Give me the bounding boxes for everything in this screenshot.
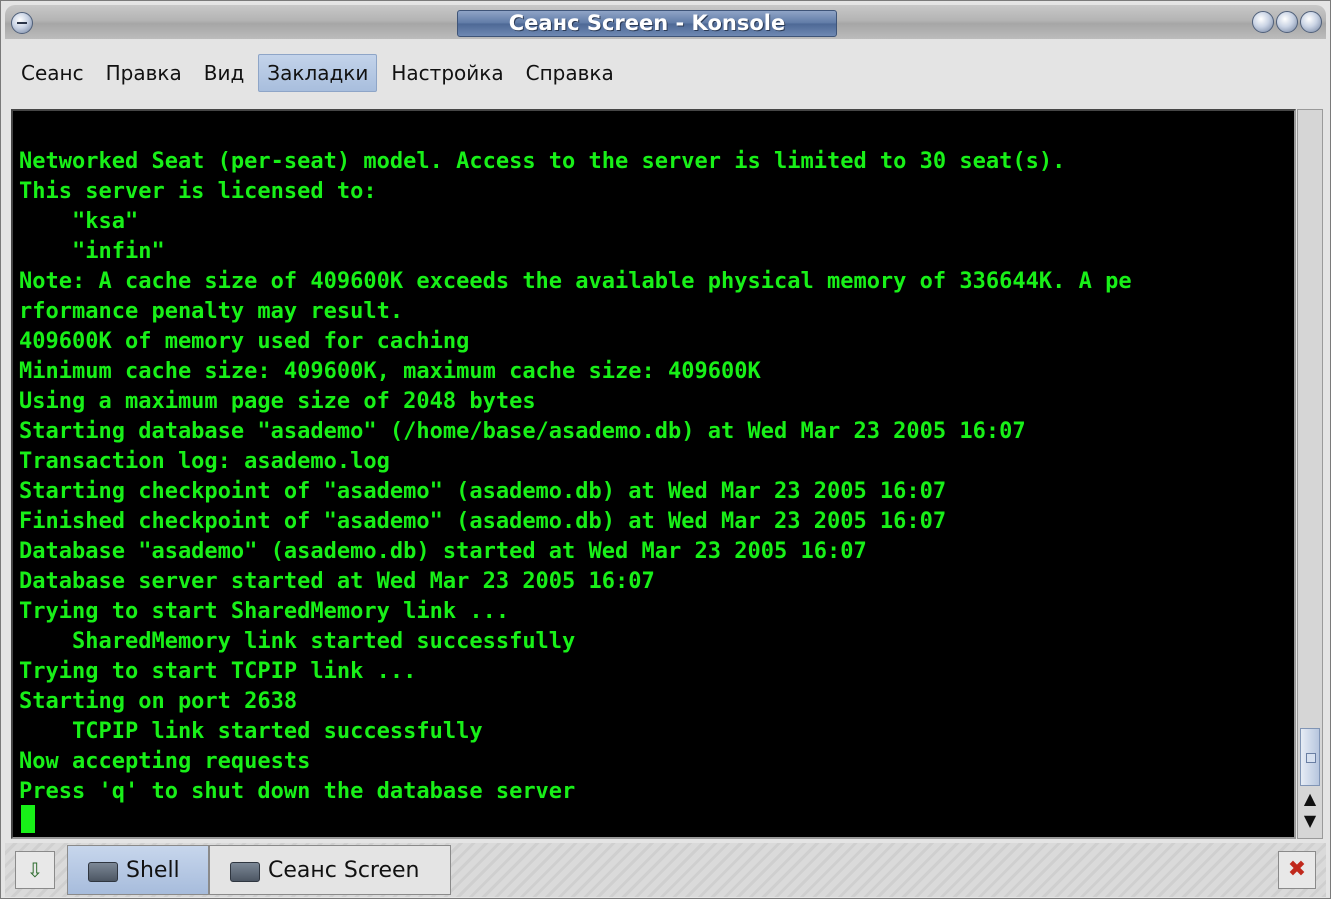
menu-bar: Сеанс Правка Вид Закладки Настройка Спра… [5, 47, 1326, 99]
scroll-up-arrow-icon[interactable]: ▲ [1300, 788, 1320, 810]
maximize-button[interactable] [1276, 11, 1298, 33]
terminal-line: Using a maximum page size of 2048 bytes [19, 389, 536, 414]
terminal-cursor [21, 805, 35, 833]
terminal-line: This server is licensed to: [19, 179, 377, 204]
session-tab-bar: ⇩ Shell Сеанс Screen ✖ [5, 843, 1326, 897]
tab-shell[interactable]: Shell [67, 845, 209, 895]
terminal-line: Trying to start TCPIP link ... [19, 659, 417, 684]
terminal-lines: Networked Seat (per-seat) model. Access … [19, 147, 1132, 807]
vertical-scrollbar[interactable]: ▲ ▼ [1297, 109, 1323, 839]
terminal-line: Database server started at Wed Mar 23 20… [19, 569, 655, 594]
tab-label: Shell [126, 857, 180, 883]
window-controls [1252, 11, 1322, 33]
new-session-icon[interactable]: ⇩ [15, 851, 55, 889]
terminal-line: Press 'q' to shut down the database serv… [19, 779, 576, 804]
close-session-icon[interactable]: ✖ [1278, 851, 1316, 889]
window-menu-button[interactable] [11, 12, 33, 34]
terminal-icon [88, 862, 118, 882]
minimize-button[interactable] [1252, 11, 1274, 33]
terminal-line: Starting on port 2638 [19, 689, 298, 714]
tab-label: Сеанс Screen [268, 857, 420, 883]
terminal-line: Trying to start SharedMemory link ... [19, 599, 510, 624]
terminal-line: Networked Seat (per-seat) model. Access … [19, 149, 1066, 174]
terminal-line: Database "asademo" (asademo.db) started … [19, 539, 867, 564]
terminal-line: Finished checkpoint of "asademo" (asadem… [19, 509, 947, 534]
terminal-line: "infin" [19, 239, 165, 264]
terminal-line: "ksa" [19, 209, 139, 234]
terminal-line: TCPIP link started successfully [19, 719, 483, 744]
terminal-line: Starting database "asademo" (/home/base/… [19, 419, 1026, 444]
terminal-line: Minimum cache size: 409600K, maximum cac… [19, 359, 761, 384]
scroll-down-arrow-icon[interactable]: ▼ [1300, 810, 1320, 832]
menu-settings[interactable]: Настройка [383, 55, 511, 91]
terminal-icon [230, 862, 260, 882]
close-window-button[interactable] [1300, 11, 1322, 33]
terminal-line: Transaction log: asademo.log [19, 449, 390, 474]
menu-view[interactable]: Вид [196, 55, 253, 91]
terminal-line: Note: A cache size of 409600K exceeds th… [19, 269, 1132, 294]
title-bar[interactable]: Сеанс Screen - Konsole [5, 5, 1326, 39]
terminal-line: rformance penalty may result. [19, 299, 404, 324]
menu-edit[interactable]: Правка [98, 55, 190, 91]
terminal-line: 409600K of memory used for caching [19, 329, 470, 354]
terminal-line: Now accepting requests [19, 749, 311, 774]
menu-help[interactable]: Справка [518, 55, 622, 91]
terminal-line: Starting checkpoint of "asademo" (asadem… [19, 479, 947, 504]
terminal-output[interactable]: Networked Seat (per-seat) model. Access … [11, 109, 1296, 839]
scrollbar-thumb[interactable] [1300, 728, 1320, 786]
menu-session[interactable]: Сеанс [13, 55, 92, 91]
menu-bookmarks[interactable]: Закладки [258, 54, 378, 92]
window-title: Сеанс Screen - Konsole [457, 10, 837, 37]
konsole-window: Сеанс Screen - Konsole Сеанс Правка Вид … [0, 0, 1331, 899]
tab-screen-session[interactable]: Сеанс Screen [209, 845, 451, 895]
terminal-line: SharedMemory link started successfully [19, 629, 576, 654]
